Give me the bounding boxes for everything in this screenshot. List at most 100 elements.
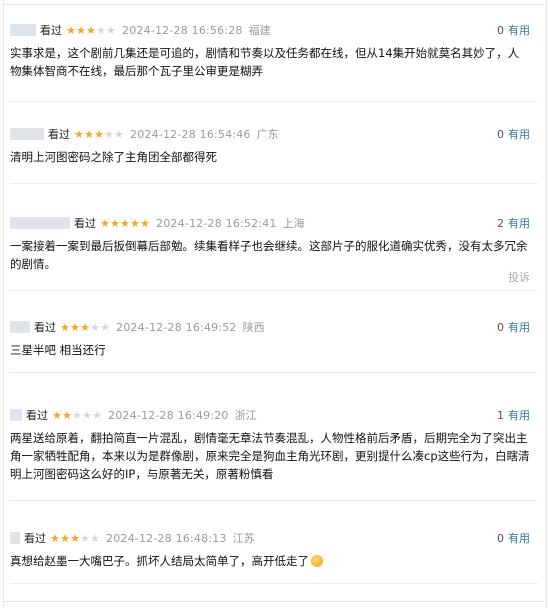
watched-status: 看过 xyxy=(48,128,70,141)
watched-status: 看过 xyxy=(26,409,48,422)
username-blurred[interactable] xyxy=(10,532,20,544)
star-empty-icon: ★ xyxy=(92,408,102,422)
divider xyxy=(3,4,547,5)
star-filled-icon: ★ xyxy=(52,408,62,422)
comment-location: 陕西 xyxy=(242,321,265,334)
rating-stars: ★ ★ ★ ★ ★ xyxy=(52,410,102,421)
comment-date: 2024-12-28 16:56:28 xyxy=(122,23,243,37)
star-filled-icon: ★ xyxy=(70,320,80,334)
star-filled-icon: ★ xyxy=(70,531,80,545)
comment-meta: 看过 ★ ★ ★ ★ ★ 2024-12-28 16:48:13 江苏 0 有用 xyxy=(10,528,530,548)
comment-meta: 看过 ★ ★ ★ ★ ★ 2024-12-28 16:52:41 上海 2 有用 xyxy=(10,213,530,233)
watched-status: 看过 xyxy=(34,321,56,334)
comment-item: 看过 ★ ★ ★ ★ ★ 2024-12-28 16:49:52 陕西 0 有用 三星半… xyxy=(10,317,538,373)
star-empty-icon: ★ xyxy=(80,531,90,545)
rating-stars: ★ ★ ★ ★ ★ xyxy=(100,218,150,229)
useful-label[interactable]: 有用 xyxy=(508,215,530,231)
rating-stars: ★ ★ ★ ★ ★ xyxy=(50,533,100,544)
comment-text: 一案接着一案到最后扳倒幕后部勉。续集看样子也会继续。这部片子的服化道确实优秀，没… xyxy=(10,239,528,271)
star-filled-icon: ★ xyxy=(120,216,130,230)
star-filled-icon: ★ xyxy=(86,23,96,37)
star-empty-icon: ★ xyxy=(104,127,114,141)
star-empty-icon: ★ xyxy=(106,23,116,37)
useful-button[interactable]: 0 有用 xyxy=(497,319,530,335)
useful-count: 0 xyxy=(497,127,504,141)
comment-meta: 看过 ★ ★ ★ ★ ★ 2024-12-28 16:54:46 广东 0 有用 xyxy=(10,124,530,144)
username-blurred[interactable] xyxy=(10,409,22,421)
comment-item: 看过 ★ ★ ★ ★ ★ 2024-12-28 16:48:13 江苏 0 有用 真想给… xyxy=(10,528,538,584)
star-filled-icon: ★ xyxy=(84,127,94,141)
watched-status: 看过 xyxy=(74,217,96,230)
useful-count: 0 xyxy=(497,531,504,545)
comment-location: 江苏 xyxy=(232,532,255,545)
useful-count: 1 xyxy=(497,408,504,422)
comment-text: 三星半吧 相当还行 xyxy=(10,343,106,357)
star-filled-icon: ★ xyxy=(94,127,104,141)
star-struck-emoji xyxy=(311,555,323,567)
comment-location: 福建 xyxy=(248,24,271,37)
comment-meta: 看过 ★ ★ ★ ★ ★ 2024-12-28 16:49:52 陕西 0 有用 xyxy=(10,317,530,337)
star-filled-icon: ★ xyxy=(110,216,120,230)
comment-item: 看过 ★ ★ ★ ★ ★ 2024-12-28 16:52:41 上海 2 有用 一案接… xyxy=(10,213,538,291)
comment-meta: 看过 ★ ★ ★ ★ ★ 2024-12-28 16:49:20 浙江 1 有用 xyxy=(10,405,530,425)
star-filled-icon: ★ xyxy=(80,320,90,334)
star-filled-icon: ★ xyxy=(130,216,140,230)
star-empty-icon: ★ xyxy=(82,408,92,422)
star-empty-icon: ★ xyxy=(96,23,106,37)
useful-button[interactable]: 0 有用 xyxy=(497,530,530,546)
useful-button[interactable]: 0 有用 xyxy=(497,22,530,38)
comment-date: 2024-12-28 16:49:20 xyxy=(108,408,229,422)
comment-item: 看过 ★ ★ ★ ★ ★ 2024-12-28 16:49:20 浙江 1 有用 两星送… xyxy=(10,405,538,501)
comment-text: 真想给赵墨一大嘴巴子。抓坏人结局太简单了，高开低走了 xyxy=(10,552,530,570)
star-filled-icon: ★ xyxy=(60,531,70,545)
comment-item: 看过 ★ ★ ★ ★ ★ 2024-12-28 16:54:46 广东 0 有用 清明上… xyxy=(10,124,538,184)
rating-stars: ★ ★ ★ ★ ★ xyxy=(60,322,110,333)
comment-location: 上海 xyxy=(282,217,305,230)
useful-button[interactable]: 1 有用 xyxy=(497,407,530,423)
star-empty-icon: ★ xyxy=(114,127,124,141)
useful-label[interactable]: 有用 xyxy=(508,126,530,142)
username-blurred[interactable] xyxy=(10,217,70,229)
useful-label[interactable]: 有用 xyxy=(508,319,530,335)
useful-button[interactable]: 2 有用 xyxy=(497,215,530,231)
useful-button[interactable]: 0 有用 xyxy=(497,126,530,142)
comment-date: 2024-12-28 16:49:52 xyxy=(116,320,237,334)
star-empty-icon: ★ xyxy=(90,531,100,545)
report-link[interactable]: 投诉 xyxy=(508,269,530,285)
star-empty-icon: ★ xyxy=(90,320,100,334)
comment-item: 看过 ★ ★ ★ ★ ★ 2024-12-28 16:56:28 福建 0 有用 实事求… xyxy=(10,20,538,102)
username-blurred[interactable] xyxy=(10,321,30,333)
rating-stars: ★ ★ ★ ★ ★ xyxy=(74,129,124,140)
comment-date: 2024-12-28 16:54:46 xyxy=(130,127,251,141)
useful-label[interactable]: 有用 xyxy=(508,22,530,38)
star-filled-icon: ★ xyxy=(140,216,150,230)
comment-text: 实事求是，这个剧前几集还是可追的，剧情和节奏以及任务都在线，但从14集开始就莫名… xyxy=(10,46,520,78)
divider xyxy=(3,601,547,602)
star-filled-icon: ★ xyxy=(76,23,86,37)
rating-stars: ★ ★ ★ ★ ★ xyxy=(66,25,116,36)
useful-count: 2 xyxy=(497,216,504,230)
star-filled-icon: ★ xyxy=(60,320,70,334)
useful-count: 0 xyxy=(497,23,504,37)
watched-status: 看过 xyxy=(24,532,46,545)
star-filled-icon: ★ xyxy=(100,216,110,230)
username-blurred[interactable] xyxy=(10,128,44,140)
comment-location: 浙江 xyxy=(234,409,257,422)
useful-label[interactable]: 有用 xyxy=(508,530,530,546)
useful-count: 0 xyxy=(497,320,504,334)
star-filled-icon: ★ xyxy=(50,531,60,545)
watched-status: 看过 xyxy=(40,24,62,37)
useful-label[interactable]: 有用 xyxy=(508,407,530,423)
star-empty-icon: ★ xyxy=(72,408,82,422)
comment-text: 两星送给原着，翻拍简直一片混乱，剧情毫无章法节奏混乱，人物性格前后矛盾，后期完全… xyxy=(10,431,530,481)
comment-location: 广东 xyxy=(256,128,279,141)
comment-meta: 看过 ★ ★ ★ ★ ★ 2024-12-28 16:56:28 福建 0 有用 xyxy=(10,20,530,40)
username-blurred[interactable] xyxy=(10,24,36,36)
star-filled-icon: ★ xyxy=(62,408,72,422)
star-filled-icon: ★ xyxy=(74,127,84,141)
comment-text-content: 真想给赵墨一大嘴巴子。抓坏人结局太简单了，高开低走了 xyxy=(10,554,309,568)
comment-date: 2024-12-28 16:48:13 xyxy=(106,531,227,545)
star-empty-icon: ★ xyxy=(100,320,110,334)
comment-date: 2024-12-28 16:52:41 xyxy=(156,216,277,230)
star-filled-icon: ★ xyxy=(66,23,76,37)
